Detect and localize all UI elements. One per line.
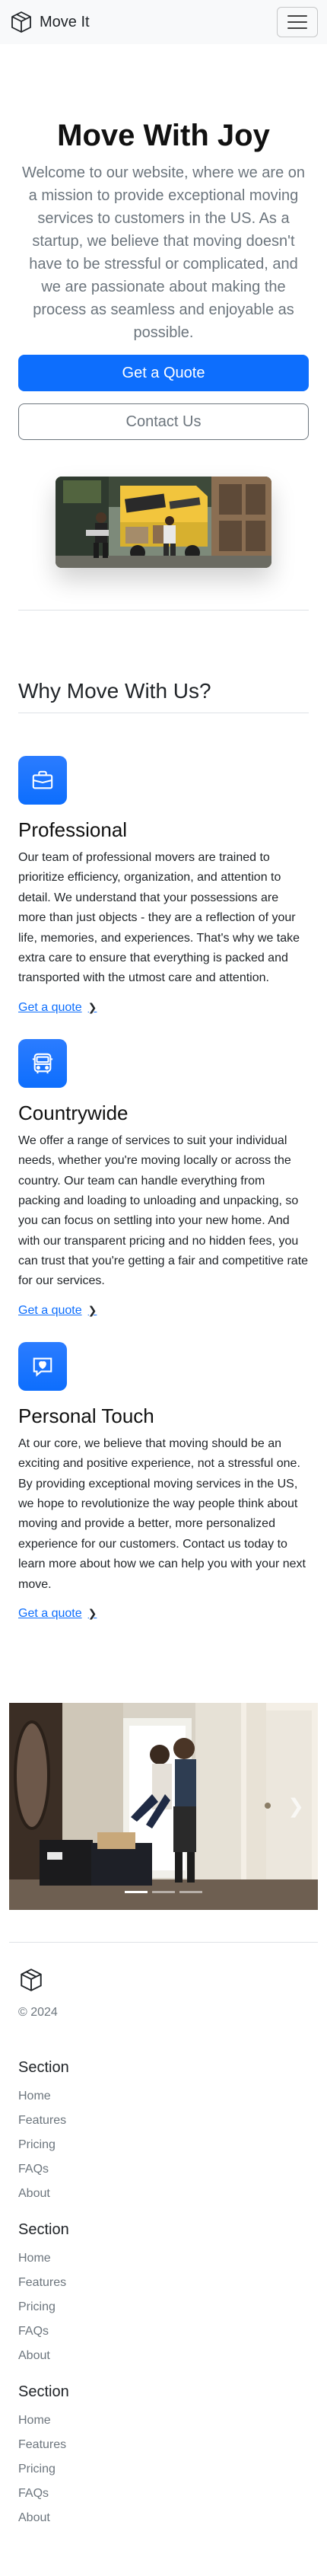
get-quote-link[interactable]: Get a quote ❯ [18,1001,97,1015]
footer-section-title: Section [18,2058,69,2076]
footer-link-about[interactable]: About [18,2182,309,2206]
feature-icon-box [18,1038,67,1088]
navbar-brand[interactable]: Move It [9,10,90,34]
chevron-right-icon: ❯ [287,1794,304,1818]
feature-title: Professional [18,818,128,841]
footer-link-home[interactable]: Home [18,2409,309,2433]
footer-link-pricing[interactable]: Pricing [18,2295,309,2319]
navbar: Move It [0,0,327,44]
footer-link-features[interactable]: Features [18,2109,309,2133]
chevron-right-icon: ❯ [87,1607,97,1620]
contact-us-button[interactable]: Contact Us [18,403,309,440]
carousel-indicator[interactable] [179,1890,202,1893]
image-carousel[interactable]: ❯ [9,1702,318,1910]
hero-divider [18,568,309,611]
get-quote-button[interactable]: Get a Quote [18,355,309,391]
features-section: Why Move With Us? Professional Our team … [0,611,327,1675]
footer-link-about[interactable]: About [18,2506,309,2530]
chat-heart-icon [33,1357,52,1377]
carousel-indicator[interactable] [152,1890,175,1893]
bus-icon [32,1053,53,1073]
feature-text: We offer a range of services to suit you… [18,1133,309,1288]
footer-link-home[interactable]: Home [18,2084,309,2109]
features-heading: Why Move With Us? [18,679,309,713]
footer-section: Section Home Features Pricing FAQs About [18,2059,309,2206]
briefcase-icon [32,770,53,789]
moving-truck-illustration [56,477,271,568]
footer-section-title: Section [18,2383,69,2400]
footer-link-pricing[interactable]: Pricing [18,2133,309,2157]
footer-link-faqs[interactable]: FAQs [18,2157,309,2182]
footer-link-list: Home Features Pricing FAQs About [18,2084,309,2206]
chevron-right-icon: ❯ [87,1304,97,1317]
footer-section: Section Home Features Pricing FAQs About [18,2221,309,2368]
footer-link-about[interactable]: About [18,2344,309,2368]
chevron-right-icon: ❯ [87,1001,97,1014]
footer-section-title: Section [18,2221,69,2238]
footer-link-faqs[interactable]: FAQs [18,2319,309,2344]
feature-icon-box [18,1341,67,1391]
feature-icon-box [18,756,67,805]
hero-title: Move With Joy [57,119,270,152]
carousel-indicators [125,1890,202,1893]
get-quote-link[interactable]: Get a quote ❯ [18,1304,97,1318]
carousel-slide-image [9,1702,318,1910]
feature-professional: Professional Our team of professional mo… [18,756,309,1015]
hero-moving-truck-image [56,477,271,568]
footer-link-pricing[interactable]: Pricing [18,2457,309,2482]
copyright-text: © 2024 [18,2005,58,2019]
footer-section: Section Home Features Pricing FAQs About [18,2383,309,2530]
site-footer: © 2024 Section Home Features Pricing FAQ… [9,1941,318,2576]
hero-section: Move With Joy Welcome to our website, wh… [0,44,327,611]
feature-title: Countrywide [18,1101,129,1124]
box-icon [11,11,31,33]
hero-lead: Welcome to our website, where we are on … [21,164,306,341]
footer-link-faqs[interactable]: FAQs [18,2482,309,2506]
footer-link-list: Home Features Pricing FAQs About [18,2246,309,2368]
footer-link-list: Home Features Pricing FAQs About [18,2409,309,2530]
footer-link-features[interactable]: Features [18,2271,309,2295]
feature-countrywide: Countrywide We offer a range of services… [18,1038,309,1318]
box-icon[interactable] [18,1967,44,1993]
navbar-toggle-button[interactable] [277,7,318,37]
hamburger-menu-icon [287,15,307,17]
carousel-next-control[interactable]: ❯ [287,1794,304,1818]
feature-title: Personal Touch [18,1404,154,1427]
carousel-indicator[interactable] [125,1890,148,1893]
brand-name: Move It [40,13,90,30]
get-quote-link[interactable]: Get a quote ❯ [18,1607,97,1621]
footer-link-features[interactable]: Features [18,2433,309,2457]
footer-link-home[interactable]: Home [18,2246,309,2271]
feature-text: At our core, we believe that moving shou… [18,1436,306,1591]
feature-text: Our team of professional movers are trai… [18,851,300,985]
feature-personal-touch: Personal Touch At our core, we believe t… [18,1341,309,1621]
